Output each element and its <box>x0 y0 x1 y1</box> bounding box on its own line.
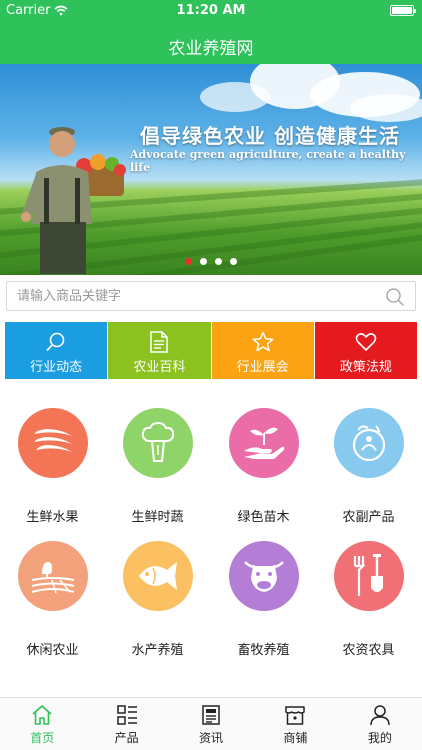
status-bar: Carrier 11:20 AM <box>0 0 422 22</box>
tab-products[interactable]: 产品 <box>84 698 168 750</box>
search-box[interactable] <box>6 281 416 311</box>
carousel-dot[interactable] <box>215 258 222 265</box>
banner-subline: Advocate green agriculture, create a hea… <box>130 148 406 174</box>
grid-item-label: 绿色苗木 <box>237 510 290 525</box>
farmer-illustration <box>21 127 126 274</box>
tile-label: 农业百科 <box>133 360 186 375</box>
tile-label: 政策法规 <box>339 360 392 375</box>
shop-icon <box>285 706 306 725</box>
broccoli-icon <box>122 408 193 478</box>
tile-label: 行业动态 <box>30 360 83 375</box>
tile-agri-encyclopedia[interactable]: 农业百科 <box>108 322 211 379</box>
carousel-dot[interactable] <box>200 258 207 265</box>
tab-label: 商铺 <box>283 731 308 745</box>
tile-label: 行业展会 <box>236 360 289 375</box>
grid-item-fresh-vegetables[interactable]: 生鲜时蔬 <box>105 408 210 525</box>
grid-item-farm-tools[interactable]: 农资农具 <box>316 541 421 658</box>
top-bar: Carrier 11:20 AM 农业养殖网 <box>0 0 422 64</box>
carousel-dots[interactable] <box>0 258 422 265</box>
tab-label: 首页 <box>30 731 55 745</box>
grid-item-label: 休闲农业 <box>26 643 79 658</box>
tab-home[interactable]: 首页 <box>0 698 84 750</box>
banner-headline: 倡导绿色农业 创造健康生活 <box>140 124 400 148</box>
carousel-dot[interactable] <box>230 258 237 265</box>
grid-item-agri-byproducts[interactable]: 农副产品 <box>316 408 421 525</box>
app-screen: Carrier 11:20 AM 农业养殖网 倡导绿色农业 创造健康生活 Adv… <box>0 0 422 750</box>
grid-item-fresh-fruit[interactable]: 生鲜水果 <box>0 408 105 525</box>
document-icon <box>150 331 169 353</box>
grid-item-label: 水产养殖 <box>131 643 184 658</box>
grid-item-label: 农资农具 <box>342 643 395 658</box>
banner-carousel[interactable]: 倡导绿色农业 创造健康生活 Advocate green agriculture… <box>0 64 422 275</box>
grid-item-aquaculture[interactable]: 水产养殖 <box>105 541 210 658</box>
tab-label: 资讯 <box>199 731 224 745</box>
food-bowl-icon <box>333 408 404 478</box>
category-tiles: 行业动态 农业百科 行业展会 政策法规 <box>5 322 417 379</box>
grid-item-label: 生鲜时蔬 <box>131 510 184 525</box>
carousel-dot[interactable] <box>185 258 192 265</box>
sprout-hand-icon <box>228 408 299 478</box>
news-icon <box>202 705 220 725</box>
battery-icon <box>390 5 416 16</box>
status-time: 11:20 AM <box>176 3 246 18</box>
home-icon <box>32 705 52 725</box>
grid-list-icon <box>116 705 137 725</box>
grid-item-livestock[interactable]: 畜牧养殖 <box>211 541 316 658</box>
search-icon <box>46 332 65 352</box>
grid-item-label: 生鲜水果 <box>26 510 79 525</box>
tab-news[interactable]: 资讯 <box>169 698 253 750</box>
tile-industry-news[interactable]: 行业动态 <box>5 322 108 379</box>
tab-shops[interactable]: 商铺 <box>253 698 337 750</box>
tile-policy-regulations[interactable]: 政策法规 <box>314 322 417 379</box>
star-icon <box>252 331 273 352</box>
search-input[interactable] <box>17 282 377 310</box>
grid-item-green-seedlings[interactable]: 绿色苗木 <box>211 408 316 525</box>
fork-shovel-icon <box>333 541 404 611</box>
cow-icon <box>228 541 299 611</box>
user-icon <box>370 705 390 726</box>
grid-item-label: 畜牧养殖 <box>237 643 290 658</box>
farm-field-icon <box>17 541 88 611</box>
tab-bar: 首页 产品 资讯 商铺 我的 <box>0 697 422 750</box>
grid-item-leisure-farming[interactable]: 休闲农业 <box>0 541 105 658</box>
page-title: 农业养殖网 <box>168 39 254 59</box>
tab-label: 产品 <box>114 731 139 745</box>
tab-mine[interactable]: 我的 <box>338 698 422 750</box>
banana-icon <box>17 408 88 478</box>
grid-item-label: 农副产品 <box>342 510 395 525</box>
heart-icon <box>355 333 377 351</box>
tile-industry-expo[interactable]: 行业展会 <box>211 322 314 379</box>
fish-icon <box>122 541 193 611</box>
tab-label: 我的 <box>367 731 392 745</box>
search-icon[interactable] <box>385 287 405 307</box>
